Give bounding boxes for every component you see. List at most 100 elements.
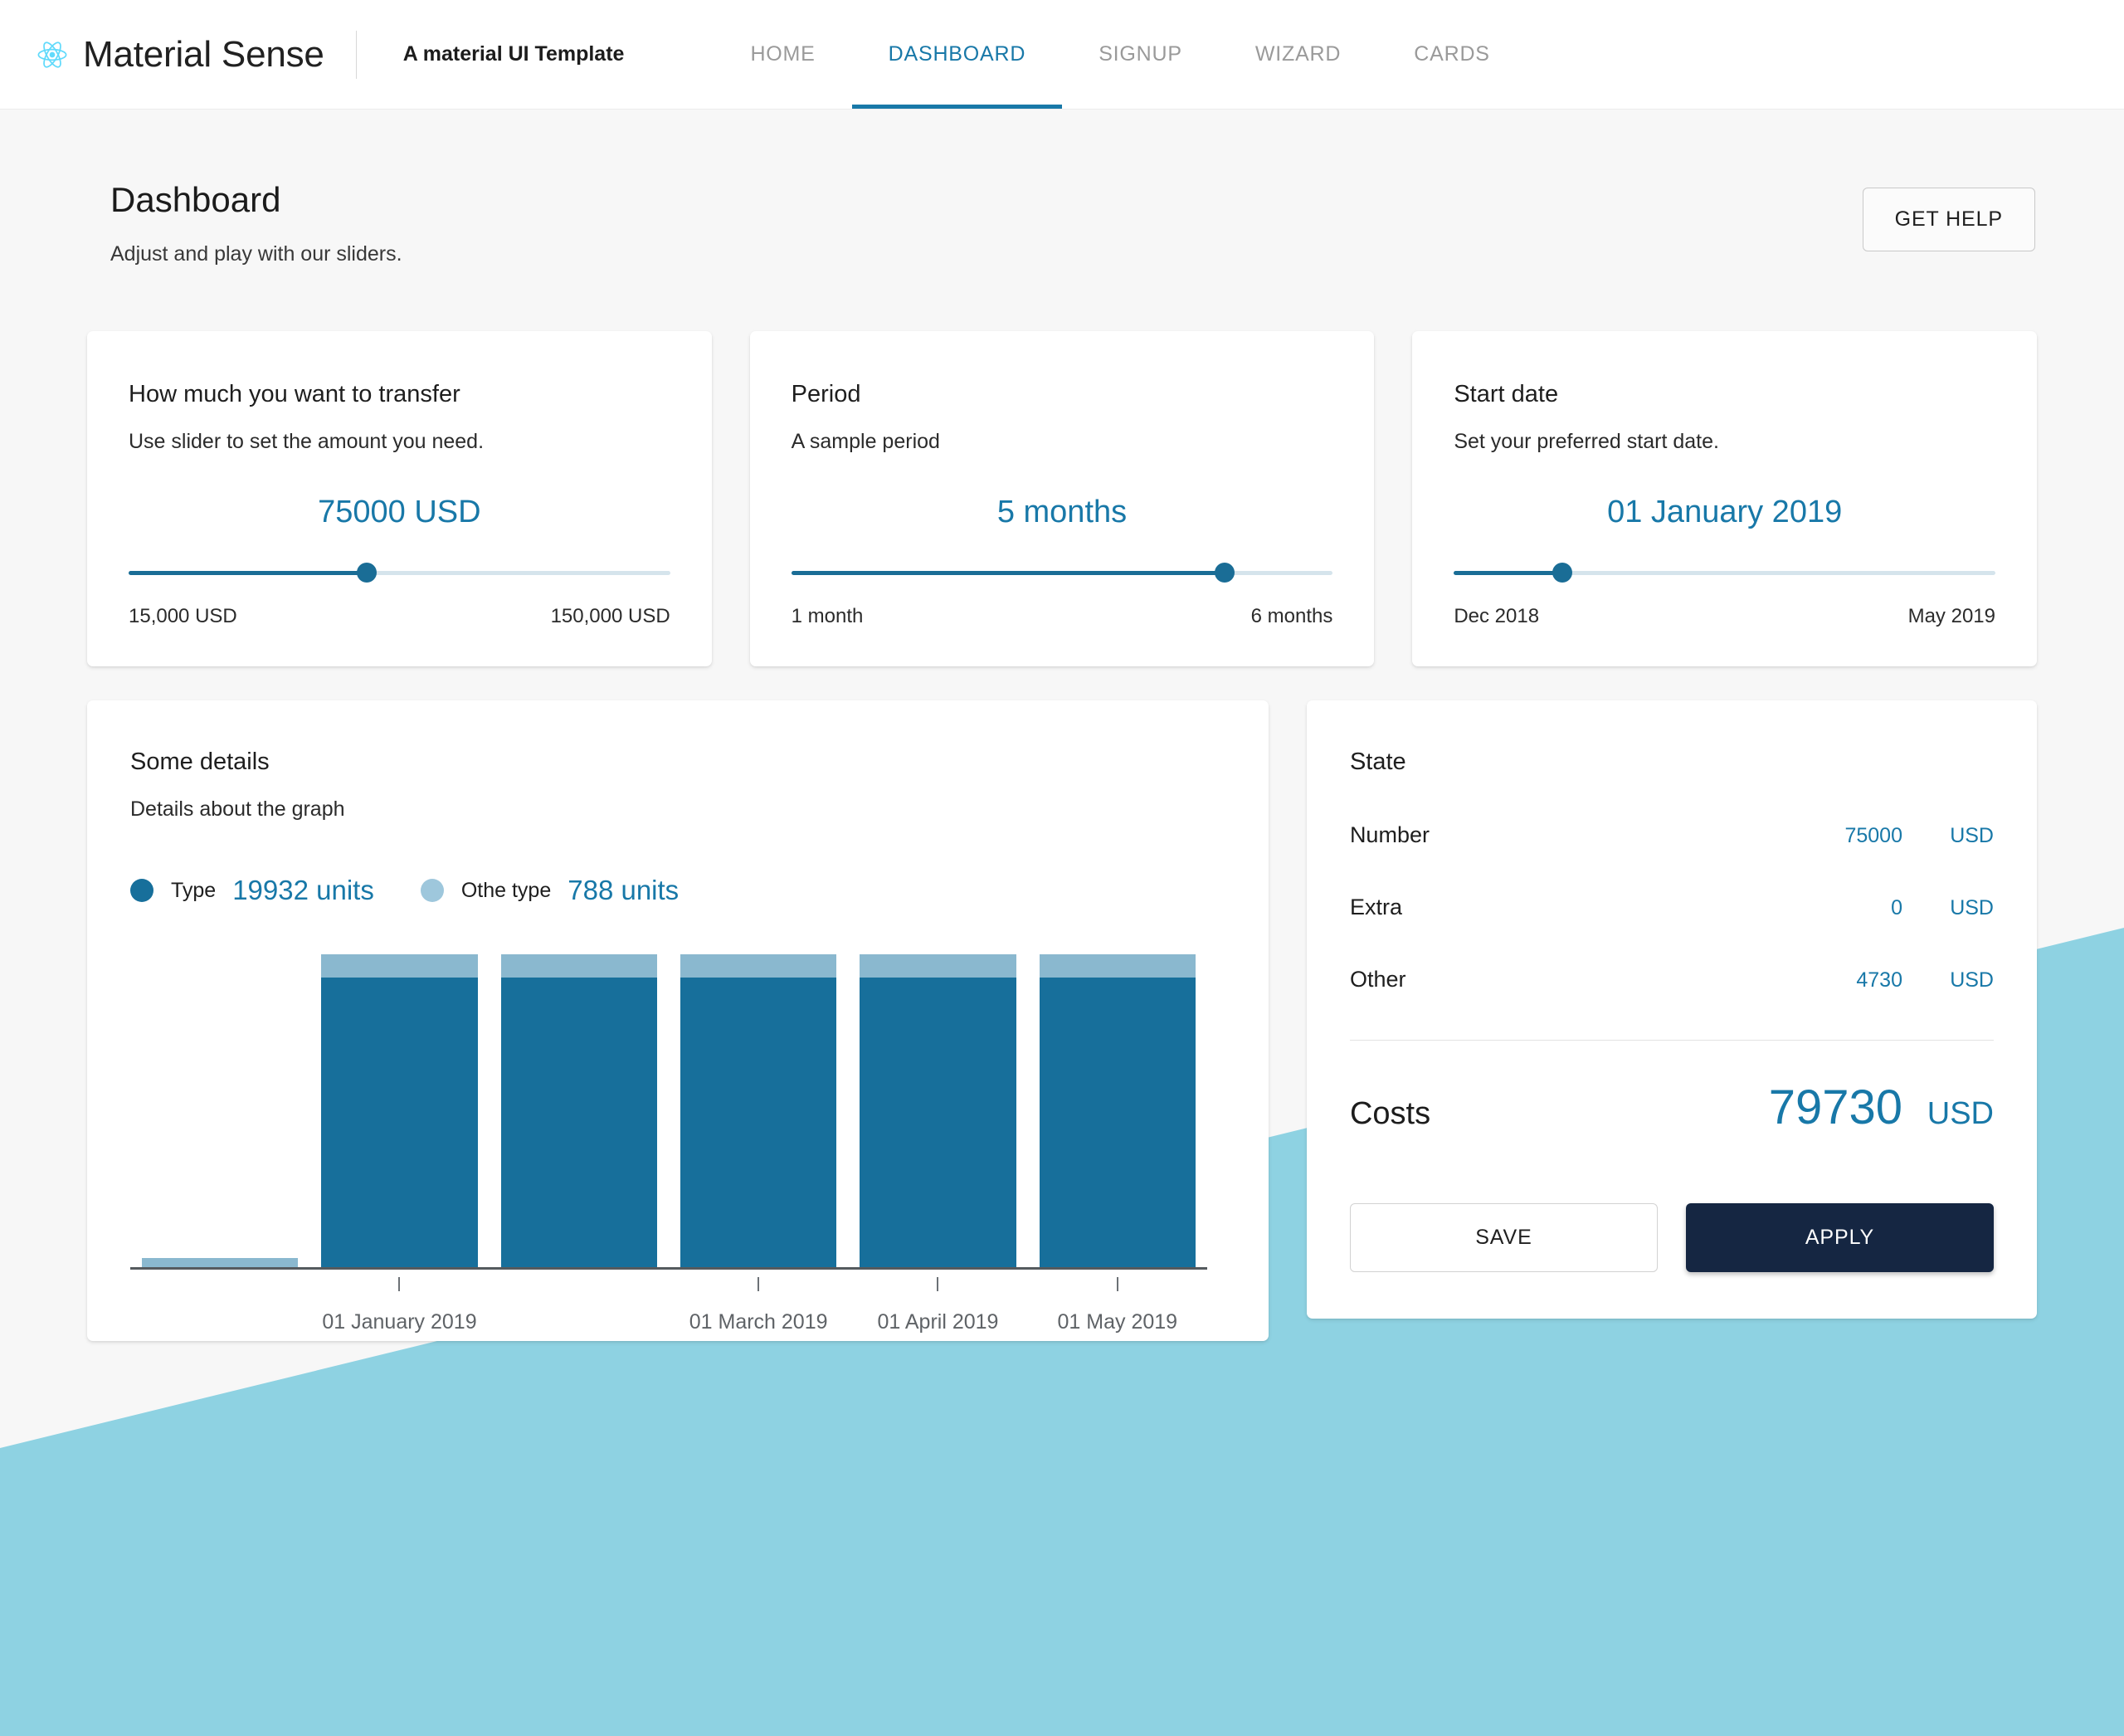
chart-legend: Type 19932 units Othe type 788 units	[130, 875, 1225, 906]
chart-bar-segment-primary	[680, 977, 837, 1270]
brand[interactable]: Material Sense	[37, 34, 356, 76]
page-subtitle: Adjust and play with our sliders.	[110, 242, 402, 266]
legend-label: Othe type	[460, 878, 552, 902]
card-subtitle: Set your preferred start date.	[1454, 430, 1719, 453]
chart-bar-segment-primary	[1039, 977, 1196, 1270]
stacked-bar-chart: 01 January 2019 01 March 2019 01 April 201…	[130, 953, 1225, 1334]
save-button[interactable]: SAVE	[1349, 1203, 1658, 1272]
chart-bar-segment-primary	[860, 977, 1016, 1270]
state-row-currency: USD	[1950, 896, 1994, 919]
slider-min-label: Dec 2018	[1454, 605, 1540, 627]
chart-bar-group[interactable]	[490, 953, 669, 1270]
state-actions: SAVE APPLY	[1349, 1203, 1994, 1272]
chart-x-axis	[130, 1267, 1207, 1270]
costs-currency: USD	[1927, 1096, 1994, 1131]
state-card: State Number 75000 USD Extra 0 USD Other…	[1306, 700, 2037, 1319]
nav-item-dashboard[interactable]: DASHBOARD	[851, 0, 1063, 109]
slider-max-label: 6 months	[1250, 605, 1333, 627]
react-atom-icon	[37, 39, 68, 71]
chart-axis-tick	[758, 1277, 760, 1291]
nav-item-wizard[interactable]: WIZARD	[1219, 0, 1377, 109]
chart-bar-segment-primary	[321, 977, 478, 1270]
chart-bar-stack	[680, 953, 837, 1270]
chart-bar-segment-secondary	[680, 953, 837, 978]
state-row-label: Extra	[1349, 895, 1402, 919]
chart-axis-tick-label: 01 March 2019	[689, 1310, 828, 1334]
slider-max-label: May 2019	[1907, 605, 1995, 627]
start-date-card: Start date Set your preferred start date…	[1412, 331, 2037, 666]
state-row-label: Other	[1349, 967, 1406, 992]
some-details-card: Some details Details about the graph Typ…	[87, 700, 1269, 1341]
slider-cards-row: How much you want to transfer Use slider…	[83, 331, 2041, 666]
main-nav: HOME DASHBOARD SIGNUP WIZARD CARDS	[714, 0, 1526, 109]
legend-item-type[interactable]: Type 19932 units	[130, 875, 374, 906]
chart-bar-stack	[500, 953, 657, 1270]
costs-value: 79730	[1768, 1080, 1902, 1134]
card-title: How much you want to transfer	[129, 381, 460, 407]
card-title: Start date	[1454, 381, 1559, 407]
apply-button[interactable]: APPLY	[1685, 1203, 1994, 1272]
chart-bar-segment-secondary	[860, 953, 1016, 978]
slider-fill	[1454, 571, 1562, 575]
start-date-slider[interactable]	[1454, 560, 1995, 585]
header-tagline: A material UI Template	[402, 42, 625, 66]
state-row-value: 4730	[1856, 968, 1902, 992]
chart-bar-group[interactable]: 01 April 2019	[848, 953, 1027, 1334]
app-header: Material Sense A material UI Template HO…	[0, 0, 2124, 109]
chart-bar-segment-primary	[500, 977, 657, 1270]
slider-thumb[interactable]	[1214, 563, 1235, 583]
page-header-text: Dashboard Adjust and play with our slide…	[110, 180, 402, 266]
legend-dot-icon	[420, 879, 444, 902]
nav-item-signup[interactable]: SIGNUP	[1062, 0, 1219, 109]
card-title: State	[1349, 749, 1406, 775]
legend-label: Type	[171, 878, 217, 902]
costs-label: Costs	[1349, 1096, 1431, 1131]
slider-thumb[interactable]	[1552, 563, 1572, 583]
get-help-button[interactable]: GET HELP	[1862, 188, 2035, 251]
legend-dot-icon	[130, 879, 153, 902]
chart-axis-tick-label: 01 January 2019	[322, 1310, 477, 1334]
state-row-currency: USD	[1950, 968, 1994, 992]
state-divider	[1349, 1040, 1994, 1041]
legend-value: 788 units	[568, 875, 680, 905]
page-header: Dashboard Adjust and play with our slide…	[83, 109, 2041, 266]
slider-fill	[129, 571, 368, 575]
nav-item-cards[interactable]: CARDS	[1377, 0, 1527, 109]
slider-scale: Dec 2018 May 2019	[1454, 605, 1995, 628]
card-subtitle: Use slider to set the amount you need.	[129, 430, 485, 453]
transfer-amount-slider[interactable]	[129, 560, 670, 585]
chart-axis-tick	[398, 1277, 401, 1291]
state-row-value: 0	[1891, 896, 1902, 919]
chart-bar-group[interactable]: 01 May 2019	[1028, 953, 1207, 1334]
chart-bar-group[interactable]: 01 January 2019	[309, 953, 489, 1334]
chart-bar-stack	[1039, 953, 1196, 1270]
chart-bar-stack	[860, 953, 1016, 1270]
state-row-other: Other 4730 USD	[1350, 967, 1994, 992]
transfer-amount-value: 75000 USD	[318, 495, 481, 529]
period-slider[interactable]	[791, 560, 1333, 585]
slider-scale: 1 month 6 months	[792, 605, 1333, 628]
transfer-amount-card: How much you want to transfer Use slider…	[87, 331, 712, 666]
slider-min-label: 15,000 USD	[129, 605, 237, 627]
chart-bar-segment-secondary	[1039, 953, 1196, 978]
chart-bar-segment-secondary	[321, 953, 478, 978]
chart-bar-group[interactable]: 01 March 2019	[669, 953, 848, 1334]
legend-item-other-type[interactable]: Othe type 788 units	[420, 875, 680, 906]
brand-title: Material Sense	[83, 33, 324, 75]
slider-max-label: 150,000 USD	[550, 605, 670, 627]
legend-value: 19932 units	[232, 875, 374, 905]
start-date-value: 01 January 2019	[1607, 495, 1843, 529]
page-title: Dashboard	[110, 180, 281, 219]
chart-bar-segment-secondary	[500, 953, 657, 978]
chart-bar-stack	[142, 953, 299, 1270]
card-subtitle: A sample period	[791, 430, 940, 453]
card-title: Period	[791, 381, 861, 407]
nav-item-home[interactable]: HOME	[714, 0, 851, 109]
chart-axis-tick	[937, 1277, 939, 1291]
slider-thumb[interactable]	[357, 563, 378, 583]
period-value: 5 months	[996, 495, 1128, 529]
page-content: Dashboard Adjust and play with our slide…	[0, 109, 2124, 1341]
state-row-number: Number 75000 USD	[1350, 822, 1994, 848]
chart-bar-group[interactable]	[130, 953, 309, 1270]
details-state-row: Some details Details about the graph Typ…	[83, 700, 2041, 1341]
